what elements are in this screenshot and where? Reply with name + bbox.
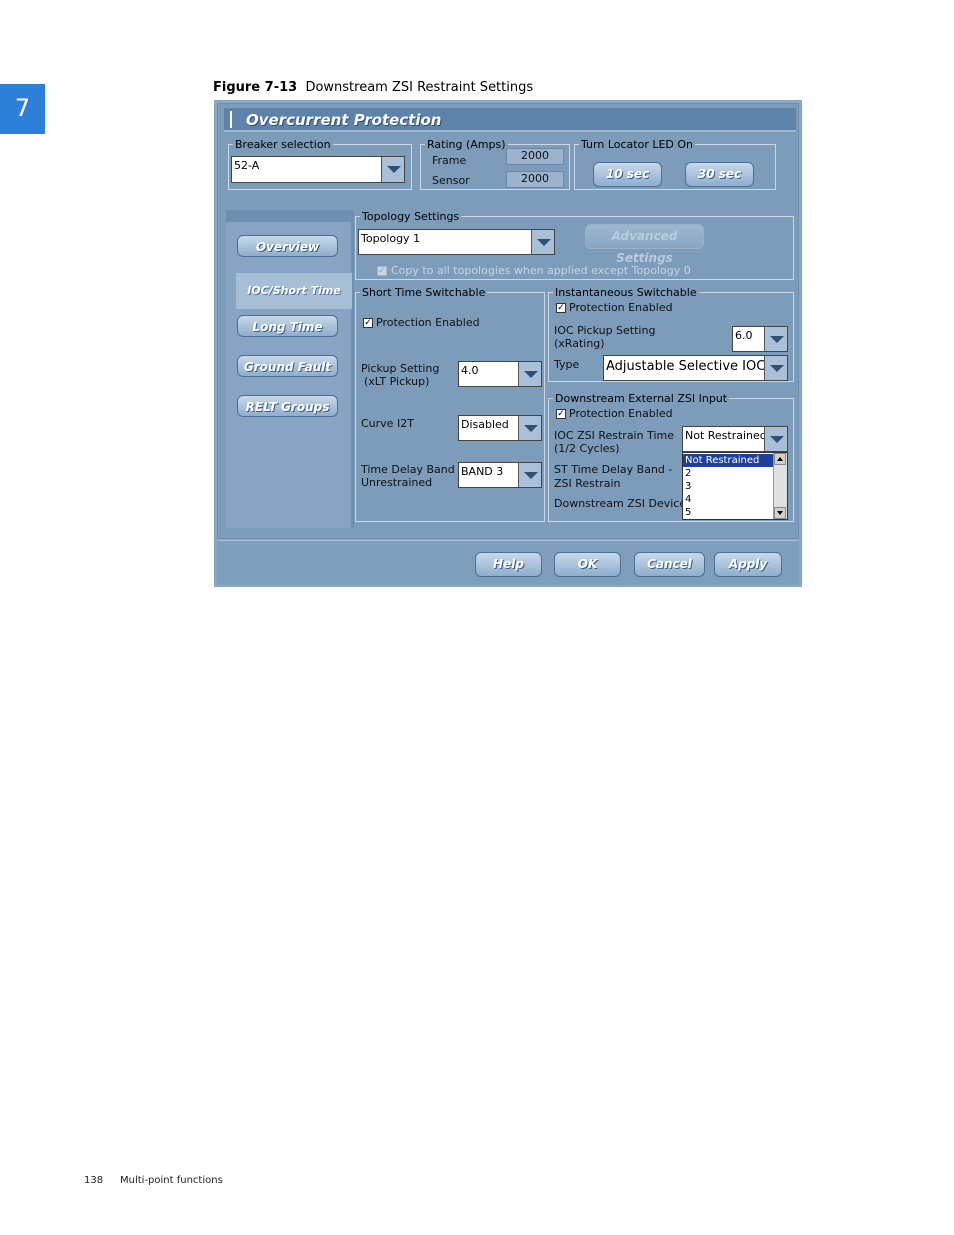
nav-overview[interactable]: Overview [237,235,338,257]
locator-30sec-button[interactable]: 30 sec [685,162,754,187]
short-time-legend: Short Time Switchable [362,286,486,299]
instantaneous-protection-label: Protection Enabled [569,301,673,314]
scroll-up-icon[interactable] [774,453,786,465]
nav-header [226,210,351,222]
locator-led-legend: Turn Locator LED On [581,138,694,151]
ok-button[interactable]: OK [554,552,621,577]
pickup-setting-sublabel: (xLT Pickup) [364,375,430,388]
figure-title: Downstream ZSI Restraint Settings [305,80,534,95]
instantaneous-protection-checkbox[interactable]: ✓ [556,303,566,313]
zsi-st-label: ST Time Delay Band - [554,463,673,476]
zsi-protection-label: Protection Enabled [569,407,673,420]
curve-label: Curve I2T [361,417,414,430]
chevron-down-icon[interactable] [531,230,554,254]
zsi-restrain-label: IOC ZSI Restrain Time [554,429,675,442]
instantaneous-legend: Instantaneous Switchable [555,286,697,299]
curve-select[interactable]: Disabled [458,415,542,441]
curve-value: Disabled [461,418,509,431]
breaker-select[interactable]: 52-A [231,156,405,183]
breaker-select-value: 52-A [234,159,260,172]
dialog-button-bar: Help OK Cancel Apply [217,540,799,585]
nav-ground-fault[interactable]: Ground Fault [237,355,338,377]
chevron-down-icon[interactable] [764,327,787,351]
nav-relt-groups[interactable]: RELT Groups [237,395,338,417]
chapter-tab: 7 [0,84,45,134]
chevron-down-icon[interactable] [764,356,787,380]
zsi-device-label: Downstream ZSI Device [554,497,687,510]
chevron-down-icon[interactable] [518,362,541,386]
frame-label: Frame [432,154,467,167]
time-delay-select[interactable]: BAND 3 [458,462,542,488]
zsi-restrain-select[interactable]: Not Restrained [682,426,788,452]
title-bar: Overcurrent Protection [224,108,796,132]
ioc-pickup-value: 6.0 [735,329,753,342]
scroll-down-icon[interactable] [774,507,786,519]
list-item[interactable]: 2 [683,467,691,480]
nav-ioc-short-time[interactable]: IOC/Short Time [236,273,352,309]
figure-caption: Figure 7-13 Downstream ZSI Restraint Set… [213,80,533,95]
window-body: Overcurrent Protection Breaker selection… [217,103,799,539]
list-item[interactable]: 4 [683,493,691,506]
zsi-restrain-sublabel: (1/2 Cycles) [554,442,620,455]
zsi-st-sublabel: ZSI Restrain [554,477,621,490]
list-item[interactable]: 3 [683,480,691,493]
list-scrollbar[interactable] [773,453,787,519]
title-accent [230,111,232,128]
breaker-selection-legend: Breaker selection [235,138,331,151]
time-delay-sublabel: Unrestrained [361,476,433,489]
apply-button[interactable]: Apply [714,552,782,577]
page-section: Multi-point functions [120,1175,223,1186]
chevron-down-icon[interactable] [381,157,404,182]
list-item[interactable]: 5 [683,506,691,519]
chevron-down-icon[interactable] [518,416,541,440]
window-title: Overcurrent Protection [246,111,442,129]
frame-value: 2000 [506,148,564,165]
ioc-pickup-label: IOC Pickup Setting [554,324,656,337]
list-item[interactable]: Not Restrained [683,454,776,467]
zsi-legend: Downstream External ZSI Input [555,392,728,405]
type-label: Type [554,358,580,371]
figure-number: Figure 7-13 [213,80,298,95]
section-nav: Overview Long Time Ground Fault RELT Gro… [226,210,354,528]
copy-topologies-label: Copy to all topologies when applied exce… [391,264,691,277]
zsi-restrain-value: Not Restrained [685,429,767,442]
locator-10sec-button[interactable]: 10 sec [593,162,662,187]
pickup-setting-label: Pickup Setting [361,362,440,375]
advanced-settings-button[interactable]: Advanced Settings [585,224,704,265]
short-time-protection-label: Protection Enabled [376,316,480,329]
sensor-label: Sensor [432,174,470,187]
short-time-protection-checkbox[interactable]: ✓ [363,318,373,328]
ioc-pickup-select[interactable]: 6.0 [732,326,788,352]
copy-topologies-checkbox[interactable]: ✓ [377,266,387,276]
pickup-setting-value: 4.0 [461,364,479,377]
help-button[interactable]: Help [475,552,542,577]
type-select[interactable]: Adjustable Selective IOC [603,355,788,381]
overcurrent-protection-window: Overcurrent Protection Breaker selection… [214,100,802,587]
chevron-down-icon[interactable] [518,463,541,487]
sensor-value: 2000 [506,171,564,188]
cancel-button[interactable]: Cancel [634,552,705,577]
topology-select-value: Topology 1 [361,232,421,245]
ioc-pickup-sublabel: (xRating) [554,337,605,350]
time-delay-value: BAND 3 [461,465,504,478]
type-value: Adjustable Selective IOC [606,359,766,374]
zsi-restrain-dropdown-list[interactable]: Not Restrained 2 3 4 5 [682,452,788,520]
topology-select[interactable]: Topology 1 [358,229,555,255]
time-delay-label: Time Delay Band - [361,463,463,476]
rating-legend: Rating (Amps) [427,138,506,151]
zsi-protection-checkbox[interactable]: ✓ [556,409,566,419]
topology-legend: Topology Settings [362,210,460,223]
nav-long-time[interactable]: Long Time [237,315,338,337]
chevron-down-icon[interactable] [764,427,787,451]
page-number: 138 [84,1175,104,1186]
pickup-setting-select[interactable]: 4.0 [458,361,542,387]
